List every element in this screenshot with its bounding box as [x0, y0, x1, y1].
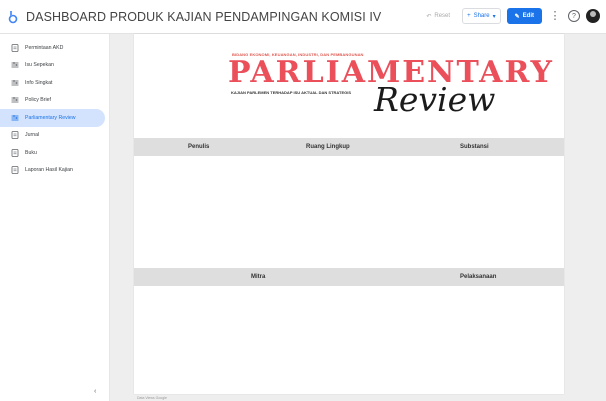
sidebar-item-buku[interactable]: Buku	[0, 144, 105, 162]
share-button[interactable]: + Share ▾	[462, 8, 501, 24]
pencil-icon: ✎	[514, 13, 520, 20]
document-icon	[11, 131, 19, 140]
column-header-penulis[interactable]: Penulis	[188, 144, 209, 150]
banner-review-script: Review	[374, 80, 496, 119]
dashboard-icon	[11, 79, 19, 86]
sidebar: Permintaan AKD Isu Sepekan Info Singkat …	[0, 34, 110, 401]
dashboard-icon	[11, 97, 19, 103]
sidebar-item-permintaan-akd[interactable]: Permintaan AKD	[0, 39, 105, 57]
sidebar-item-info-singkat[interactable]: Info Singkat	[0, 74, 105, 92]
help-icon[interactable]: ?	[568, 10, 580, 22]
sidebar-item-policy-brief[interactable]: Policy Brief	[0, 92, 105, 110]
table-body-1	[134, 156, 564, 268]
edit-button[interactable]: ✎ Edit	[506, 8, 542, 24]
document-icon	[11, 43, 19, 52]
chevron-down-icon: ▾	[492, 13, 496, 20]
column-header-substansi[interactable]: Substansi	[460, 144, 489, 150]
add-person-icon: +	[467, 13, 471, 19]
report-page: BIDANG EKONOMI, KEUANGAN, INDUSTRI, DAN …	[134, 34, 564, 394]
more-options-icon[interactable]: ⋮	[548, 8, 562, 24]
report-title: DASHBOARD PRODUK KAJIAN PENDAMPINGAN KOM…	[26, 9, 382, 24]
table-header-2: Mitra Pelaksanaan	[134, 268, 564, 286]
sidebar-item-laporan-hasil-kajian[interactable]: Laporan Hasil Kajian	[0, 162, 105, 180]
report-canvas: BIDANG EKONOMI, KEUANGAN, INDUSTRI, DAN …	[110, 34, 606, 401]
column-header-pelaksanaan[interactable]: Pelaksanaan	[460, 274, 496, 280]
document-icon	[11, 166, 19, 175]
collapse-sidebar-icon[interactable]: ‹	[94, 388, 96, 395]
page-footer-text: Data Views Google	[137, 396, 167, 400]
column-header-ruang-lingkup[interactable]: Ruang Lingkup	[306, 144, 350, 150]
dashboard-icon	[11, 114, 19, 121]
avatar[interactable]	[586, 9, 600, 23]
table-header-1: Penulis Ruang Lingkup Substansi	[134, 138, 564, 156]
sidebar-nav: Permintaan AKD Isu Sepekan Info Singkat …	[0, 34, 109, 179]
undo-icon: ↶	[426, 13, 432, 20]
sidebar-item-jurnal[interactable]: Jurnal	[0, 127, 105, 145]
reset-button[interactable]: ↶ Reset	[420, 8, 456, 24]
document-icon	[11, 148, 19, 157]
top-bar: DASHBOARD PRODUK KAJIAN PENDAMPINGAN KOM…	[0, 0, 606, 34]
table-body-2	[134, 286, 564, 394]
column-header-mitra[interactable]: Mitra	[251, 274, 265, 280]
looker-studio-logo-icon	[8, 10, 18, 23]
sidebar-item-parliamentary-review[interactable]: Parliamentary Review	[0, 109, 105, 127]
toolbar-actions: ↶ Reset + Share ▾ ✎ Edit ⋮ ?	[420, 8, 600, 24]
dashboard-icon	[11, 62, 19, 68]
banner-tagline: KAJIAN PARLEMEN TERHADAP ISU AKTUAL DAN …	[231, 90, 352, 95]
sidebar-item-isu-sepekan[interactable]: Isu Sepekan	[0, 57, 105, 75]
